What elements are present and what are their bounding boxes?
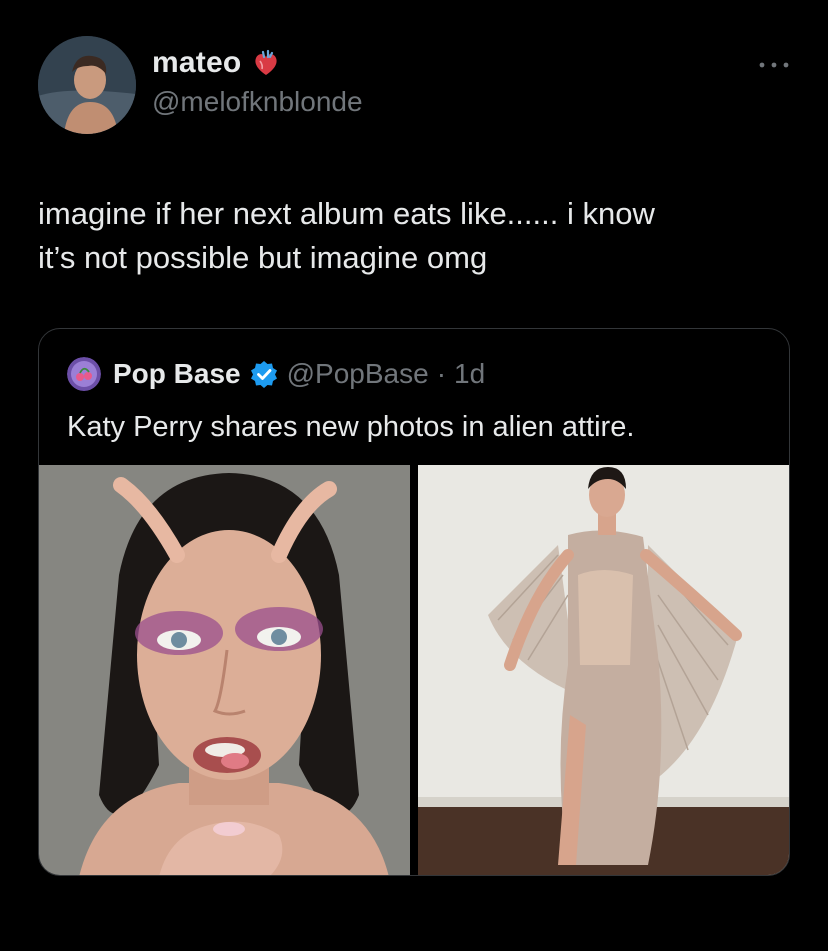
separator-dot: ·	[436, 358, 447, 389]
author-handle[interactable]: @melofknblonde	[152, 86, 363, 118]
anatomical-heart-icon	[251, 48, 281, 78]
quoted-photo-portrait[interactable]	[39, 465, 410, 875]
more-options-icon[interactable]	[756, 58, 792, 70]
quoted-tweet-text: Katy Perry shares new photos in alien at…	[67, 411, 635, 443]
avatar-photo	[38, 36, 136, 134]
tweet-text: imagine if her next album eats like.....…	[38, 196, 655, 275]
quoted-handle[interactable]: @PopBase	[287, 358, 429, 390]
popbase-avatar[interactable]	[67, 357, 101, 391]
author-name-row[interactable]: mateo	[152, 46, 281, 80]
author-avatar[interactable]	[38, 36, 136, 134]
quoted-timestamp[interactable]: 1d	[454, 358, 485, 390]
verified-badge-icon	[249, 359, 279, 389]
quoted-photo-gown[interactable]	[418, 465, 789, 875]
quoted-display-name[interactable]: Pop Base	[113, 358, 241, 390]
quoted-tweet-card[interactable]: Pop Base @PopBase · 1d Katy Perry shares…	[38, 328, 790, 876]
author-display-name[interactable]: mateo	[152, 46, 241, 80]
quoted-tweet-header: Pop Base @PopBase · 1d	[67, 357, 485, 391]
